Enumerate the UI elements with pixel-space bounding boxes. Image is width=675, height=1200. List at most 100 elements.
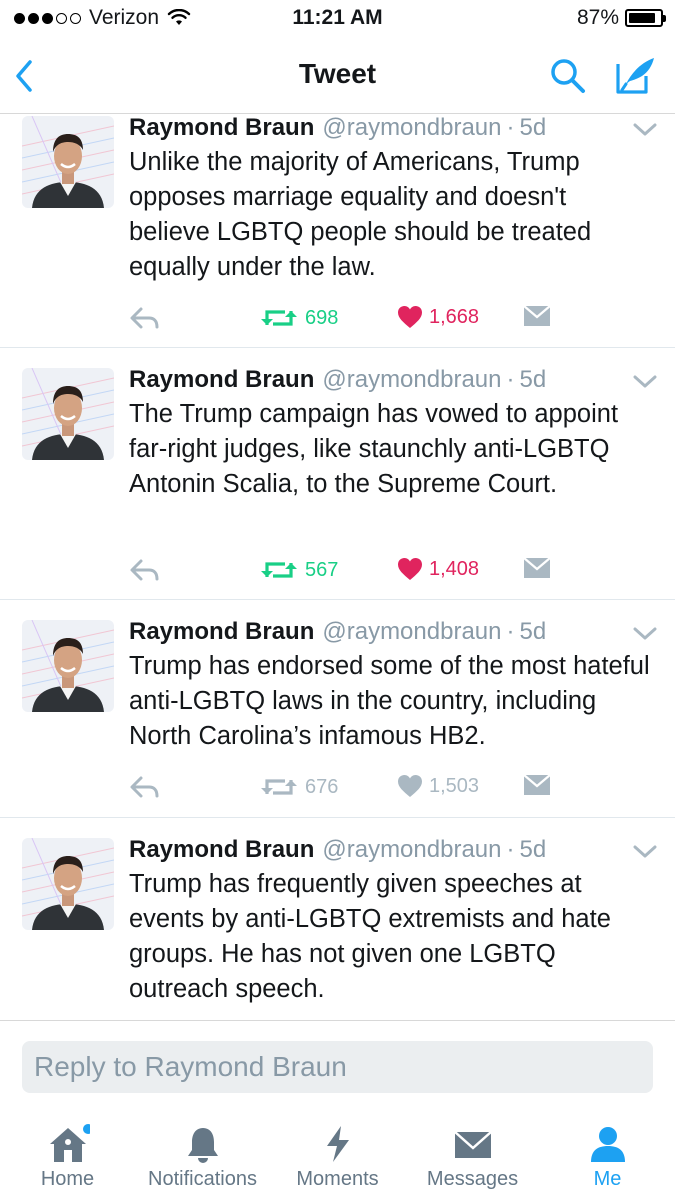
like-count: 1,668 (429, 305, 480, 328)
avatar-photo (22, 116, 114, 208)
tab-label: Messages (426, 1168, 519, 1190)
retweet-button[interactable]: 698 (259, 305, 338, 331)
avatar[interactable] (22, 116, 114, 208)
reply-icon (130, 307, 159, 329)
tweet-actions: 676 1,503 (129, 774, 629, 804)
separator: · (506, 366, 515, 393)
avatar-photo (22, 368, 114, 460)
separator: · (506, 114, 515, 141)
tab-messages[interactable]: Messages (405, 1110, 540, 1200)
envelope-icon (523, 557, 551, 578)
chevron-down-icon[interactable] (632, 122, 658, 138)
tweet-text: Unlike the majority of Americans, Trump … (129, 148, 592, 281)
home-icon (49, 1124, 90, 1162)
author-handle[interactable]: @raymondbraun (322, 836, 501, 863)
reply-button[interactable] (129, 774, 161, 800)
direct-message-button[interactable] (523, 305, 551, 327)
like-button[interactable]: 1,503 (397, 774, 479, 798)
tweet-header: Raymond Braun @raymondbraun · 5d (129, 836, 546, 864)
bell-icon (187, 1128, 218, 1163)
author-name[interactable]: Raymond Braun (129, 618, 314, 645)
avatar-photo (22, 620, 114, 712)
retweet-count: 567 (305, 558, 339, 581)
author-handle[interactable]: @raymondbraun (322, 366, 501, 393)
like-button[interactable]: 1,408 (397, 557, 479, 581)
status-bar: Verizon 11:21 AM 87% (0, 0, 675, 38)
direct-message-button[interactable] (523, 557, 551, 579)
avatar-photo (22, 838, 114, 930)
tab-moments[interactable]: Moments (270, 1110, 405, 1200)
heart-icon (398, 775, 422, 797)
tweet-actions: 567 1,408 (129, 557, 629, 587)
reply-bar: Reply to Raymond Braun (0, 1020, 675, 1110)
author-handle[interactable]: @raymondbraun (322, 618, 501, 645)
heart-icon (398, 306, 422, 328)
envelope-icon (523, 774, 551, 795)
separator: · (506, 618, 515, 645)
compose-tweet-icon[interactable] (612, 54, 658, 96)
battery-icon (625, 9, 666, 27)
nav-bar: Tweet (0, 38, 675, 114)
reply-icon (130, 776, 159, 798)
chevron-down-icon[interactable] (632, 626, 658, 642)
tweet-actions: 698 1,668 (129, 305, 629, 335)
tweet-time: 5d (519, 618, 547, 645)
author-name[interactable]: Raymond Braun (129, 366, 314, 393)
battery-group: 87% (576, 6, 666, 30)
like-button[interactable]: 1,668 (397, 305, 479, 329)
chevron-down-icon[interactable] (632, 844, 658, 860)
chevron-down-icon[interactable] (632, 374, 658, 390)
tweet-time: 5d (519, 366, 547, 393)
tab-notifications[interactable]: Notifications (135, 1110, 270, 1200)
retweet-icon (261, 779, 297, 795)
retweet-count: 698 (305, 306, 339, 329)
tweet-card[interactable]: Raymond Braun @raymondbraun · 5d The Trump … (0, 348, 675, 600)
retweet-button[interactable]: 676 (259, 774, 338, 800)
envelope-icon (453, 1131, 492, 1158)
reply-button[interactable] (129, 305, 161, 331)
battery-percent: 87% (576, 6, 619, 29)
avatar[interactable] (22, 838, 114, 930)
retweet-count: 676 (305, 775, 339, 798)
tab-bar: Home Notifications Moments Messages Me (0, 1110, 675, 1200)
tweet-text: Trump has frequently given speeches at e… (129, 870, 611, 1003)
author-handle[interactable]: @raymondbraun (322, 114, 501, 141)
tweet-header: Raymond Braun @raymondbraun · 5d (129, 366, 546, 394)
direct-message-button[interactable] (523, 774, 551, 796)
avatar[interactable] (22, 620, 114, 712)
tab-label: Notifications (148, 1168, 257, 1190)
tweet-time: 5d (519, 836, 547, 863)
lightning-icon (326, 1126, 349, 1162)
tab-label: Home (40, 1168, 95, 1190)
tweet-text: The Trump campaign has vowed to appoint … (129, 400, 619, 498)
author-name[interactable]: Raymond Braun (129, 114, 314, 141)
tweet-header: Raymond Braun @raymondbraun · 5d (129, 618, 546, 646)
like-count: 1,503 (429, 774, 480, 797)
tab-label: Me (593, 1168, 622, 1190)
separator: · (506, 836, 515, 863)
clock: 11:21 AM (292, 6, 383, 29)
retweet-icon (261, 310, 297, 326)
tweet-time: 5d (519, 114, 547, 141)
reply-input[interactable]: Reply to Raymond Braun (22, 1041, 653, 1093)
like-count: 1,408 (429, 557, 480, 580)
notification-badge-dot (82, 1124, 90, 1134)
tweet-text: Trump has endorsed some of the most hate… (129, 652, 650, 750)
retweet-icon (261, 562, 297, 578)
avatar[interactable] (22, 368, 114, 460)
reply-icon (130, 559, 159, 581)
envelope-icon (523, 305, 551, 326)
author-name[interactable]: Raymond Braun (129, 836, 314, 863)
tab-home[interactable]: Home (0, 1110, 135, 1200)
tab-me[interactable]: Me (540, 1110, 675, 1200)
tab-label: Moments (296, 1168, 379, 1190)
tweet-card[interactable]: Raymond Braun @raymondbraun · 5d Trump has … (0, 600, 675, 818)
tweet-card[interactable]: Raymond Braun @raymondbraun · 5d Trump has … (0, 818, 675, 1020)
tweet-card[interactable]: Raymond Braun @raymondbraun · 5d Unlike the… (0, 114, 675, 348)
heart-icon (398, 558, 422, 580)
person-icon (590, 1127, 625, 1162)
reply-button[interactable] (129, 557, 161, 583)
retweet-button[interactable]: 567 (259, 557, 338, 583)
tweet-header: Raymond Braun @raymondbraun · 5d (129, 114, 546, 142)
search-icon[interactable] (548, 56, 588, 96)
